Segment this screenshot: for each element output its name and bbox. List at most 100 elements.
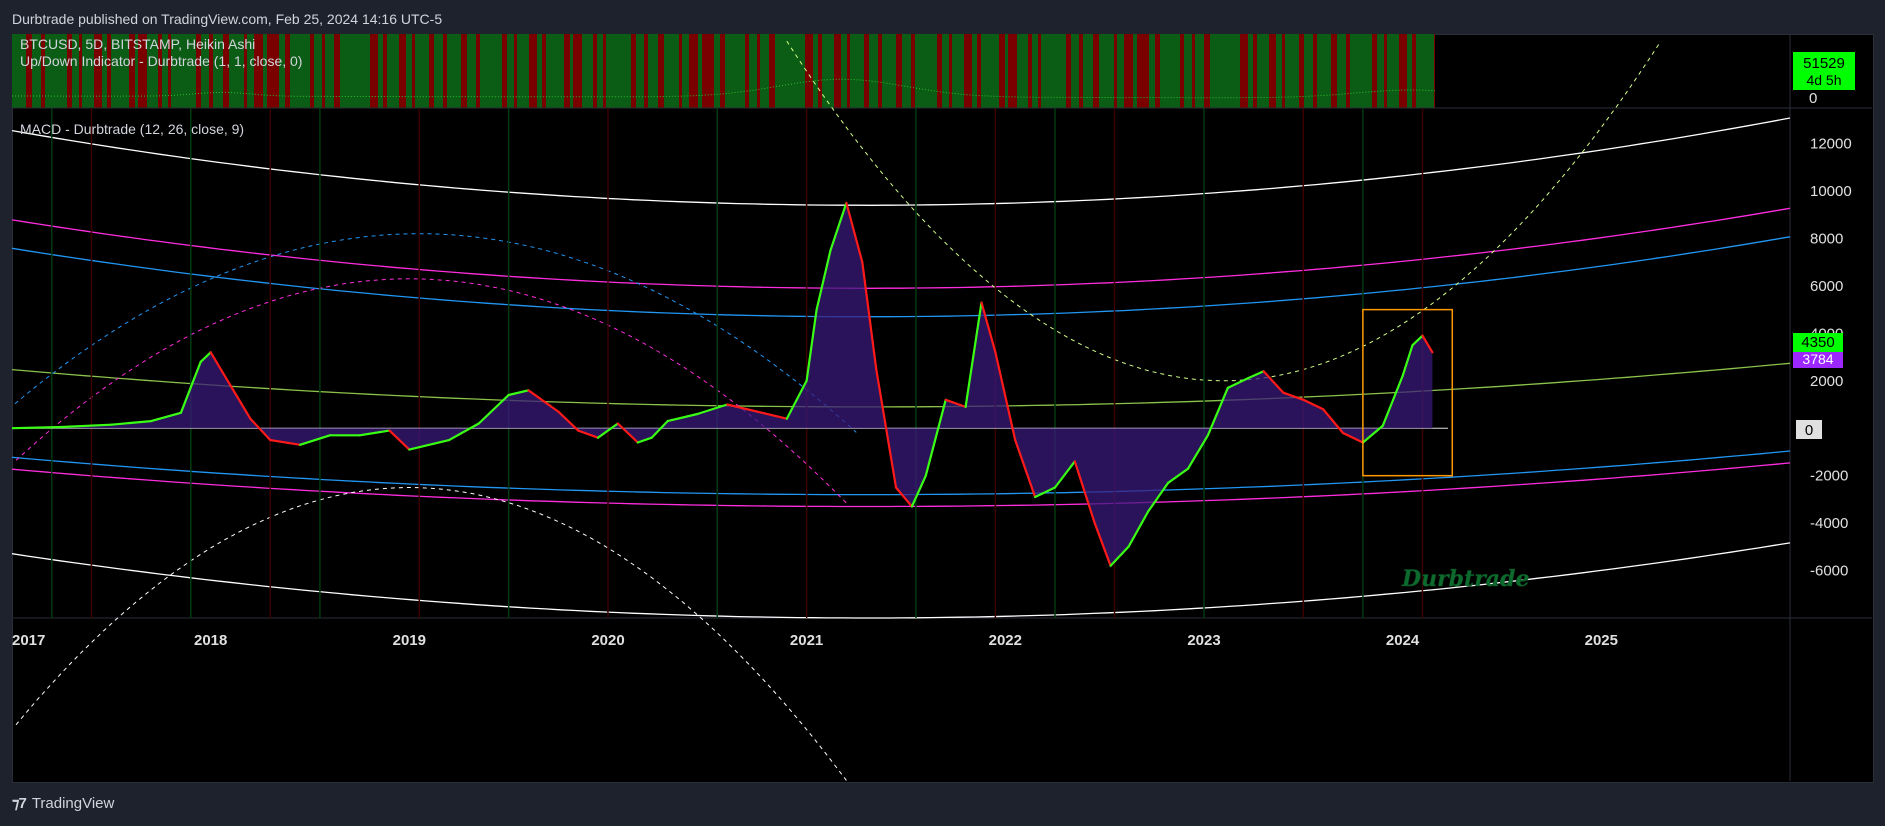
up-stripe xyxy=(1210,34,1240,108)
x-tick-label: 2019 xyxy=(393,632,426,649)
chart-canvas[interactable]: 12000100008000600040002000-2000-4000-600… xyxy=(12,34,1872,781)
down-stripe xyxy=(1137,34,1149,108)
cycle-projection-line xyxy=(15,486,847,781)
x-tick-label: 2021 xyxy=(790,632,823,649)
up-stripe xyxy=(1387,34,1399,108)
down-stripe xyxy=(834,34,841,108)
up-stripe xyxy=(1257,34,1269,108)
macd-legend[interactable]: MACD - Durbtrade (12, 26, close, 9) xyxy=(20,121,244,137)
up-stripe xyxy=(1304,34,1313,108)
down-stripe xyxy=(702,34,714,108)
up-stripe xyxy=(714,34,720,108)
up-stripe xyxy=(1149,34,1155,108)
up-stripe xyxy=(290,34,310,108)
up-stripe xyxy=(1083,34,1093,108)
watermark: Durbtrade xyxy=(1401,566,1529,592)
down-stripe xyxy=(1331,34,1337,108)
y-tick-label: -6000 xyxy=(1810,563,1848,580)
up-stripe xyxy=(636,34,644,108)
down-stripe xyxy=(949,34,952,108)
down-stripe xyxy=(573,34,582,108)
up-stripe xyxy=(325,34,334,108)
y-tick-label: 12000 xyxy=(1810,136,1852,153)
down-stripe xyxy=(878,34,882,108)
up-stripe xyxy=(682,34,689,108)
up-stripe xyxy=(749,34,757,108)
brand-label[interactable]: TradingView xyxy=(32,795,115,812)
up-stripe xyxy=(882,34,896,108)
down-stripe xyxy=(1313,34,1317,108)
up-stripe xyxy=(279,34,285,108)
updown-legend[interactable]: Up/Down Indicator - Durbtrade (1, 1, clo… xyxy=(20,53,302,69)
down-stripe xyxy=(720,34,725,108)
down-stripe xyxy=(1269,34,1276,108)
cycle-band-line xyxy=(12,362,1791,408)
up-stripe xyxy=(1195,34,1204,108)
up-stripe xyxy=(1350,34,1372,108)
countdown-label: 4d 5h xyxy=(1806,72,1841,88)
down-stripe xyxy=(383,34,387,108)
down-stripe xyxy=(1192,34,1195,108)
up-stripe xyxy=(981,34,999,108)
down-stripe xyxy=(476,34,480,108)
down-stripe xyxy=(847,34,850,108)
up-stripe xyxy=(915,34,937,108)
tv-logo-icon[interactable]: ⁊7 xyxy=(12,794,27,812)
up-stripe xyxy=(942,34,949,108)
down-stripe xyxy=(1372,34,1377,108)
x-tick-label: 2020 xyxy=(591,632,624,649)
up-stripe xyxy=(813,34,818,108)
down-stripe xyxy=(769,34,775,108)
published-header: Durbtrade published on TradingView.com, … xyxy=(12,11,443,27)
down-stripe xyxy=(593,34,597,108)
down-stripe xyxy=(1346,34,1350,108)
down-stripe xyxy=(267,34,279,108)
down-stripe xyxy=(644,34,648,108)
signal-markers xyxy=(50,108,1424,618)
up-stripe xyxy=(972,34,977,108)
down-stripe xyxy=(1180,34,1184,108)
down-stripe xyxy=(818,34,822,108)
up-stripe xyxy=(340,34,370,108)
down-stripe xyxy=(977,34,981,108)
up-stripe xyxy=(1416,34,1434,108)
x-tick-label: 2022 xyxy=(989,632,1022,649)
y-tick-label: -2000 xyxy=(1810,468,1848,485)
price-badge: 51529 4d 5h xyxy=(1793,52,1855,90)
y-tick-label: 6000 xyxy=(1810,278,1843,295)
footer: ⁊7 TradingView xyxy=(12,794,115,813)
price-label: 51529 xyxy=(1803,55,1845,72)
down-stripe xyxy=(689,34,698,108)
down-stripe xyxy=(1066,34,1071,108)
down-stripe xyxy=(1204,34,1210,108)
down-stripe xyxy=(1253,34,1257,108)
up-stripe xyxy=(1184,34,1192,108)
up-stripe xyxy=(1017,34,1028,108)
top-zero-label: 0 xyxy=(1809,90,1817,107)
down-stripe xyxy=(1240,34,1248,108)
zero-badge-label: 0 xyxy=(1805,422,1813,439)
up-stripe xyxy=(775,34,805,108)
up-stripe xyxy=(1337,34,1346,108)
down-stripe xyxy=(254,34,263,108)
down-stripe xyxy=(370,34,378,108)
up-stripe xyxy=(760,34,769,108)
up-stripe xyxy=(1099,34,1114,108)
down-stripe xyxy=(896,34,902,108)
cycle-bands xyxy=(12,40,1791,781)
down-stripe xyxy=(937,34,942,108)
down-stripe xyxy=(529,34,537,108)
down-stripe xyxy=(285,34,290,108)
up-stripe xyxy=(869,34,878,108)
down-stripe xyxy=(1114,34,1117,108)
up-stripe xyxy=(1160,34,1180,108)
down-stripe xyxy=(1384,34,1387,108)
signal-badge-label: 3784 xyxy=(1802,351,1833,367)
up-stripe xyxy=(1071,34,1079,108)
x-axis[interactable]: 2017 2018 2019 2020 2021 2022 2023 2024 2025 xyxy=(12,632,1618,649)
down-stripe xyxy=(1412,34,1416,108)
symbol-legend[interactable]: BTCUSD, 5D, BITSTAMP, Heikin Ashi xyxy=(20,36,255,52)
up-stripe xyxy=(1377,34,1384,108)
macd-area-fill xyxy=(12,202,1433,566)
up-stripe xyxy=(1248,34,1253,108)
